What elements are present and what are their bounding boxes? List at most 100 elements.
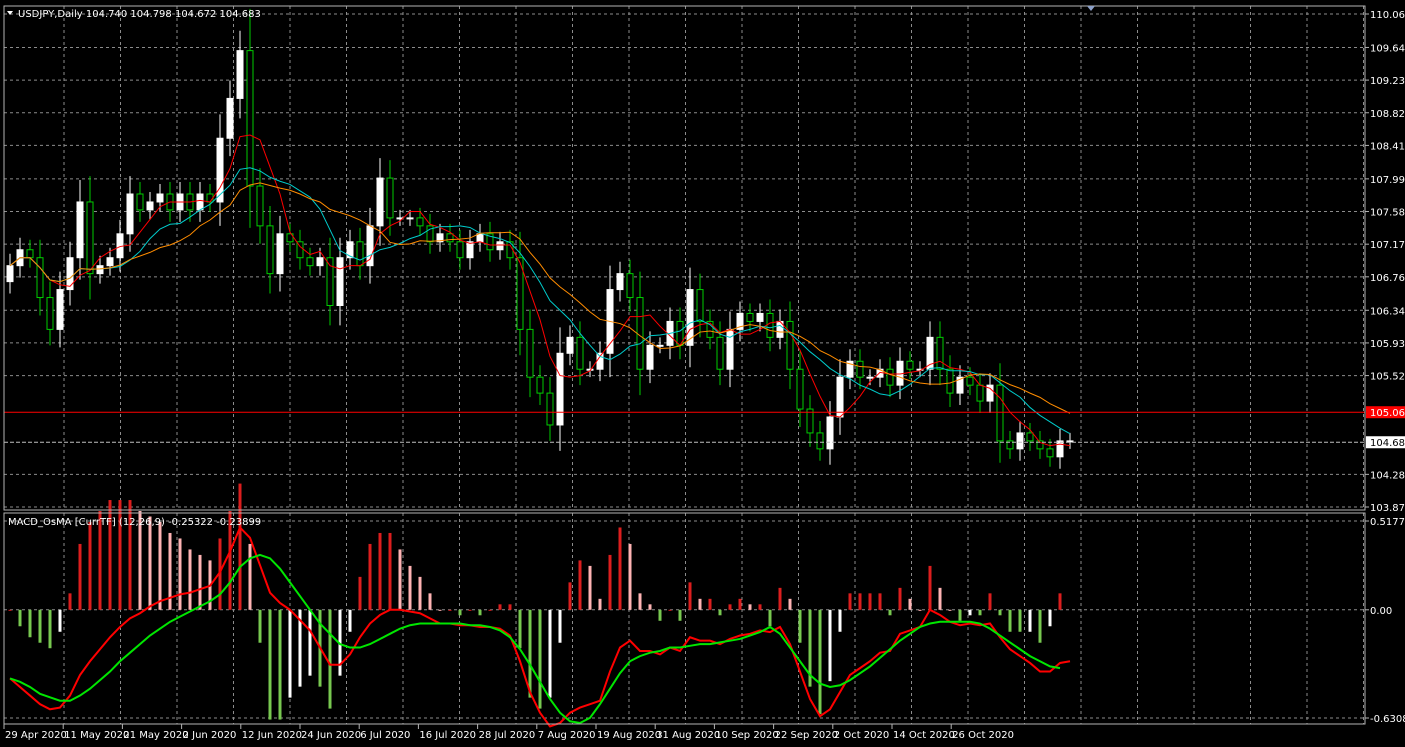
candle-body — [1046, 448, 1054, 458]
candle-body — [646, 344, 654, 370]
candle-body — [996, 384, 1004, 442]
osma-bar — [388, 532, 392, 610]
candle-body — [636, 297, 644, 370]
osma-bar — [78, 543, 82, 610]
candle-body — [206, 193, 214, 203]
candle-body — [496, 241, 504, 251]
bid-price-label: 104.683 — [1370, 438, 1405, 449]
time-tick-label: 29 Apr 2020 — [5, 730, 67, 741]
osma-bar — [58, 609, 62, 632]
candle-body — [106, 257, 114, 267]
osma-bar — [8, 609, 12, 611]
osma-bar — [568, 582, 572, 610]
candle-body — [976, 384, 984, 402]
candle-body — [86, 201, 94, 275]
osma-bar — [558, 609, 562, 643]
osma-bar — [668, 609, 672, 611]
price-tick-label: 105.930 — [1370, 339, 1405, 350]
osma-bar — [1008, 609, 1012, 632]
candle-body — [716, 336, 724, 370]
candle-body — [256, 185, 264, 227]
osma-bar — [698, 598, 702, 610]
price-tick-label: 106.340 — [1370, 306, 1405, 317]
osma-bar — [798, 609, 802, 643]
osma-bar — [648, 604, 652, 610]
osma-bar — [618, 527, 622, 610]
price-tick-label: 109.230 — [1370, 76, 1405, 87]
main-header: USDJPY,Daily 104.740 104.798 104.672 104… — [18, 9, 261, 20]
osma-bar — [358, 576, 362, 610]
osma-bar — [488, 609, 492, 611]
candle-body — [306, 257, 314, 267]
osma-bar — [1028, 609, 1032, 632]
candle-body — [936, 336, 944, 370]
candle-body — [46, 297, 54, 330]
candle-body — [236, 50, 244, 99]
osc-tick-label: -0.63084 — [1370, 714, 1405, 725]
time-tick-label: 10 Sep 2020 — [715, 730, 778, 741]
candle-body — [786, 320, 794, 370]
candle-body — [356, 241, 364, 267]
osma-bar — [438, 609, 442, 611]
candle-body — [316, 257, 324, 267]
osma-bar — [508, 604, 512, 610]
time-tick-label: 11 May 2020 — [64, 730, 129, 741]
price-tick-label: 105.520 — [1370, 372, 1405, 383]
osma-bar — [788, 598, 792, 610]
osma-bar — [38, 609, 42, 643]
price-tick-label: 104.280 — [1370, 470, 1405, 481]
osma-bar — [178, 538, 182, 610]
candle-body — [656, 344, 664, 347]
osma-bar — [478, 609, 482, 616]
candle-body — [136, 193, 144, 211]
time-tick-label: 16 Jul 2020 — [419, 730, 476, 741]
candle-body — [196, 193, 204, 211]
osma-bar — [928, 565, 932, 610]
osma-bar — [988, 593, 992, 610]
candle-body — [756, 312, 764, 322]
candle-body — [406, 217, 414, 220]
candle-body — [126, 193, 134, 235]
osma-bar — [498, 604, 502, 610]
osma-bar — [408, 565, 412, 610]
candle-body — [1026, 432, 1034, 442]
osma-bar — [148, 516, 152, 610]
candle-body — [536, 376, 544, 394]
osma-bar — [1018, 609, 1022, 632]
candle-body — [96, 265, 104, 275]
candle-body — [616, 273, 624, 291]
osma-bar — [778, 587, 782, 610]
osma-bar — [828, 609, 832, 682]
osma-bar — [1048, 609, 1052, 627]
candle-body — [376, 177, 384, 227]
candle-body — [226, 97, 234, 139]
candle-body — [246, 50, 254, 187]
osc-tick-label: 0.00 — [1370, 606, 1392, 617]
candle-body — [856, 360, 864, 378]
candle-body — [906, 360, 914, 370]
candle-body — [276, 233, 284, 275]
osma-bar — [628, 543, 632, 610]
candle-body — [386, 177, 394, 219]
candle-body — [56, 289, 64, 330]
osma-bar — [898, 587, 902, 610]
osma-bar — [158, 521, 162, 610]
osma-bar — [748, 604, 752, 610]
price-tick-label: 103.870 — [1370, 503, 1405, 514]
candle-body — [1056, 440, 1064, 458]
osma-bar — [958, 609, 962, 621]
osma-bar — [858, 593, 862, 610]
candle-body — [946, 368, 954, 394]
osma-bar — [1058, 593, 1062, 610]
price-tick-label: 108.410 — [1370, 141, 1405, 152]
chart-canvas: 110.060 109.640 109.230 108.820 108.410 107.9… — [0, 0, 1405, 747]
osma-bar — [838, 609, 842, 632]
time-tick-label: 22 Sep 2020 — [775, 730, 838, 741]
price-tick-label: 106.760 — [1370, 273, 1405, 284]
osma-bar — [348, 609, 352, 632]
level-price-label: 105.060 — [1370, 408, 1405, 419]
osma-bar — [968, 609, 972, 616]
osma-bar — [238, 483, 242, 610]
candle-body — [546, 392, 554, 426]
candle-body — [336, 257, 344, 306]
